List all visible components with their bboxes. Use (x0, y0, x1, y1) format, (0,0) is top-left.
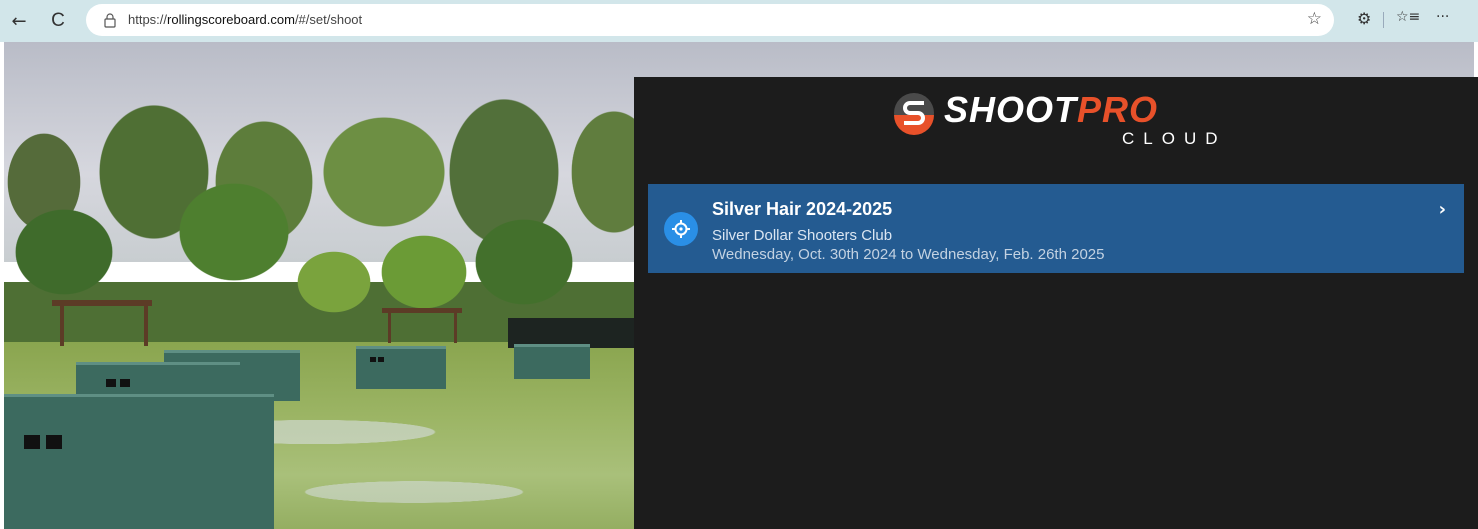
lock-icon (104, 13, 116, 28)
address-bar[interactable]: https://rollingscoreboard.com/#/set/shoo… (86, 4, 1334, 36)
extensions-icon[interactable]: ⚙ (1357, 9, 1371, 28)
shelter-roof (52, 300, 152, 306)
logo-cloud: CLOUD (1122, 129, 1227, 148)
logo-pro: PRO (1077, 89, 1159, 130)
trap-house-window (46, 435, 62, 449)
trap-house-foreground (4, 394, 274, 529)
trap-house-window (370, 357, 376, 362)
reload-button[interactable]: C (44, 7, 72, 35)
trap-house-window (106, 379, 116, 387)
url-path: /#/set/shoot (294, 12, 363, 27)
reload-icon: C (51, 10, 65, 31)
back-button[interactable]: ← (5, 7, 33, 35)
shootpro-cloud-logo: SHOOTPRO CLOUD (892, 87, 1232, 148)
shoot-selection-panel: SHOOTPRO CLOUD Silver Hair 2024-2025 Sil… (634, 77, 1478, 529)
trap-house (514, 344, 590, 379)
logo-shoot: SHOOT (944, 89, 1078, 130)
chevron-right-icon: › (1438, 199, 1446, 220)
url-prefix: https:// (128, 12, 168, 27)
shoot-club: Silver Dollar Shooters Club (712, 227, 893, 244)
url-host: rollingscoreboard.com (167, 12, 295, 27)
shoot-list-item[interactable]: Silver Hair 2024-2025 Silver Dollar Shoo… (648, 184, 1464, 273)
favorites-list-icon[interactable]: ☆≡ (1396, 9, 1420, 25)
toolbar-divider (1383, 12, 1384, 28)
trap-house-window (378, 357, 384, 362)
crosshair-icon (664, 212, 698, 246)
shelter-post (388, 313, 391, 343)
shelter-post (144, 306, 148, 346)
shoot-title: Silver Hair 2024-2025 (712, 199, 893, 219)
trap-house-window (120, 379, 130, 387)
shoot-dates: Wednesday, Oct. 30th 2024 to Wednesday, … (712, 246, 1105, 263)
back-arrow-icon: ← (11, 10, 27, 32)
shelter-roof (382, 308, 462, 313)
logo-wordmark: SHOOTPRO (944, 89, 1158, 131)
shelter-post (454, 313, 457, 343)
shootpro-logo-icon (894, 93, 934, 135)
shelter-post (60, 306, 64, 346)
more-menu-icon[interactable]: ··· (1436, 9, 1449, 25)
browser-toolbar: ← C https://rollingscoreboard.com/#/set/… (0, 0, 1478, 42)
trap-house-window (24, 435, 40, 449)
url-text[interactable]: https://rollingscoreboard.com/#/set/shoo… (128, 12, 362, 27)
trap-house (356, 346, 446, 389)
favorite-star-icon[interactable]: ☆ (1307, 9, 1322, 29)
